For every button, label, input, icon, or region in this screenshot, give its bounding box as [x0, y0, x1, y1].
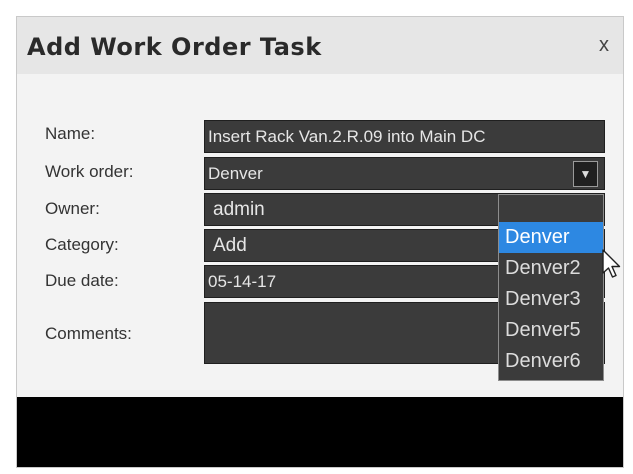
- close-icon[interactable]: x: [599, 34, 609, 57]
- dropdown-option[interactable]: Denver: [499, 222, 603, 253]
- name-label: Name:: [45, 124, 96, 143]
- dropdown-option[interactable]: Denver2: [499, 253, 603, 284]
- work-order-select[interactable]: Denver ▼: [204, 157, 605, 190]
- owner-label: Owner:: [45, 199, 100, 218]
- dropdown-blank-option[interactable]: [499, 195, 603, 222]
- mouse-pointer-icon: [602, 249, 621, 278]
- dialog-title: Add Work Order Task: [27, 33, 322, 61]
- dropdown-option[interactable]: Denver3: [499, 284, 603, 315]
- work-order-label: Work order:: [45, 162, 134, 181]
- add-work-order-task-dialog: Add Work Order Task x Name: Insert Rack …: [16, 16, 624, 468]
- due-date-label: Due date:: [45, 271, 119, 290]
- dropdown-option[interactable]: Denver6: [499, 346, 603, 377]
- dialog-titlebar: Add Work Order Task x: [17, 17, 623, 74]
- dialog-footer: [17, 397, 623, 467]
- name-field[interactable]: Insert Rack Van.2.R.09 into Main DC: [204, 120, 605, 153]
- work-order-value: Denver: [208, 164, 263, 183]
- comments-label: Comments:: [45, 324, 132, 343]
- dropdown-option[interactable]: Denver5: [499, 315, 603, 346]
- category-label: Category:: [45, 235, 119, 254]
- chevron-down-icon[interactable]: ▼: [573, 161, 598, 187]
- work-order-dropdown-list: Denver Denver2 Denver3 Denver5 Denver6: [498, 194, 604, 381]
